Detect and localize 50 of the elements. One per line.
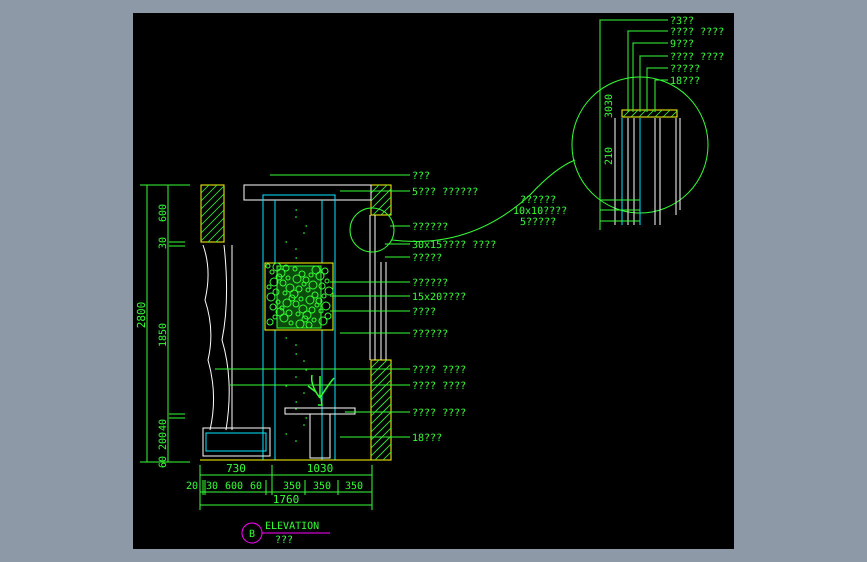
callout-label: 30x15???? ???? — [412, 240, 496, 251]
callout-label: 9??? — [670, 39, 694, 50]
callout-label: ????? — [412, 253, 442, 264]
callout-label: ???? ???? — [412, 381, 466, 392]
dimension-label: 350 — [344, 481, 364, 492]
callout-label: 15x20???? — [412, 292, 466, 303]
dimension-label: 200 — [158, 432, 169, 450]
dimension-label: 730 — [226, 462, 246, 475]
dimension-label: 600 — [158, 204, 169, 222]
callout-label: 5????? — [520, 217, 556, 228]
dimension-label: 350 — [312, 481, 332, 492]
dimension-label: 3030 — [604, 94, 615, 118]
dimension-label: 60 — [158, 456, 169, 468]
dimension-label: 350 — [282, 481, 302, 492]
dimension-label: 30 — [158, 236, 169, 250]
callout-label: 18??? — [412, 433, 442, 444]
leader-line — [340, 332, 410, 334]
callout-label: ???? ???? — [412, 408, 466, 419]
callout-label: 5??? ?????? — [412, 187, 478, 198]
callout-label: ??? — [412, 171, 430, 182]
leader-line — [340, 190, 410, 192]
callout-label: 10x10???? — [513, 206, 568, 217]
callout-label: ?????? — [412, 278, 448, 289]
leader-line — [384, 256, 410, 258]
dimension-label: 20 — [186, 481, 198, 492]
leader-line — [340, 436, 410, 438]
detail-callout-circle — [350, 208, 394, 252]
dimension-label: 1760 — [272, 493, 300, 506]
dimension-label: 1850 — [158, 322, 169, 348]
dimension-label: 210 — [604, 146, 615, 165]
drawing-subtitle: ??? — [275, 535, 294, 546]
title-underline — [262, 532, 330, 534]
dimension-label: 600 — [224, 481, 244, 492]
callout-label: ?????? — [412, 222, 448, 233]
dimension-label: 30 — [206, 481, 218, 492]
callout-label: ???? — [412, 307, 436, 318]
callout-label: ?????? — [412, 329, 448, 340]
dimension-label: 2800 — [135, 302, 148, 328]
callout-label: ???? ???? — [670, 27, 724, 38]
dimension-label: 40 — [158, 418, 169, 432]
section-marker-label: B — [248, 529, 256, 540]
callout-label: ?3?? — [670, 16, 694, 27]
callout-label: ???? ???? — [412, 365, 466, 376]
callout-label: ????? — [670, 64, 700, 75]
callout-label: ???? ???? — [670, 52, 724, 63]
dimension-label: 60 — [250, 481, 262, 492]
section-marker-circle — [242, 522, 262, 544]
callout-label: 18??? — [670, 76, 700, 87]
drawing-title: ELEVATION — [265, 521, 320, 532]
dimension-label: 1030 — [306, 462, 334, 475]
